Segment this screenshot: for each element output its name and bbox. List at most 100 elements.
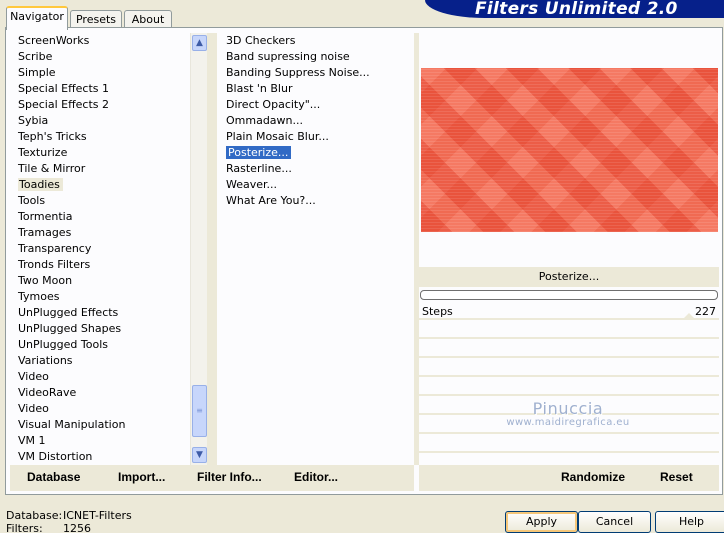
category-item[interactable]: Tile & Mirror (10, 161, 190, 177)
filter-item[interactable]: Rasterline... (218, 161, 414, 177)
apply-button[interactable]: Apply (505, 511, 578, 533)
category-item-label: Toadies (18, 178, 63, 191)
param-row-steps[interactable]: Steps 227 (419, 303, 719, 320)
category-item[interactable]: Toadies (10, 177, 190, 193)
parameter-area: Steps 227 Pinuccia www.maidiregrafica.eu (419, 303, 719, 465)
database-label: Database: (6, 509, 63, 522)
grip-icon: ≡ (196, 406, 203, 415)
category-item[interactable]: Scribe (10, 49, 190, 65)
category-item[interactable]: VM Distortion (10, 449, 190, 465)
param-row-empty (419, 398, 719, 415)
filter-item[interactable]: Ommadawn... (218, 113, 414, 129)
category-item-label: Simple (18, 66, 56, 79)
category-item-label: Tile & Mirror (18, 162, 86, 175)
filter-item-label: 3D Checkers (226, 34, 296, 47)
preview-panel: Posterize... Steps 227 Pinuccia www.maid… (419, 33, 719, 465)
category-item[interactable]: VideoRave (10, 385, 190, 401)
filter-item[interactable]: What Are You?... (218, 193, 414, 209)
filter-item-label: Rasterline... (226, 162, 292, 175)
param-label: Steps (422, 305, 453, 318)
preview-button-bar: Randomize Reset (419, 465, 719, 491)
filter-item-label: Plain Mosaic Blur... (226, 130, 329, 143)
filter-item[interactable]: Posterize... (218, 145, 414, 161)
filter-item-label: Blast 'n Blur (226, 82, 293, 95)
filter-info-button[interactable]: Filter Info... (197, 470, 262, 484)
filter-list[interactable]: 3D Checkers Band supressing noise Banding … (218, 33, 414, 465)
category-item[interactable]: Special Effects 1 (10, 81, 190, 97)
navigator-button-bar: Database Import... Filter Info... Editor… (10, 465, 414, 491)
category-item[interactable]: Teph's Tricks (10, 129, 190, 145)
filter-item[interactable]: Direct Opacity"... (218, 97, 414, 113)
category-item[interactable]: Video (10, 401, 190, 417)
filter-item[interactable]: Plain Mosaic Blur... (218, 129, 414, 145)
database-info: Database:ICNET-Filters Filters: 1256 (6, 509, 132, 533)
category-item[interactable]: Transparency (10, 241, 190, 257)
slider-marker[interactable] (683, 313, 695, 319)
editor-button[interactable]: Editor... (294, 470, 338, 484)
category-list[interactable]: ScreenWorks Scribe Simple Special Effects 1… (10, 33, 190, 465)
tab-navigator[interactable]: Navigator (6, 6, 68, 30)
randomize-button[interactable]: Randomize (561, 470, 625, 484)
help-button[interactable]: Help (655, 511, 724, 533)
category-item-label: Variations (18, 354, 73, 367)
category-item[interactable]: VM 1 (10, 433, 190, 449)
category-item-label: UnPlugged Shapes (18, 322, 122, 335)
reset-button[interactable]: Reset (660, 470, 693, 484)
filter-item[interactable]: Banding Suppress Noise... (218, 65, 414, 81)
filter-item-label: Direct Opacity"... (226, 98, 321, 111)
category-item[interactable]: Video (10, 369, 190, 385)
category-item-label: Tymoes (18, 290, 60, 303)
filter-item-label: Weaver... (226, 178, 278, 191)
filter-item-label: Band supressing noise (226, 50, 350, 63)
category-item[interactable]: UnPlugged Shapes (10, 321, 190, 337)
database-button[interactable]: Database (27, 470, 80, 484)
category-item[interactable]: Texturize (10, 145, 190, 161)
filter-item-label: Banding Suppress Noise... (226, 66, 370, 79)
category-item[interactable]: UnPlugged Effects (10, 305, 190, 321)
filter-item-label: What Are You?... (226, 194, 316, 207)
category-item-label: Special Effects 2 (18, 98, 110, 111)
scrollbar-thumb[interactable]: ≡ (192, 385, 207, 437)
category-item[interactable]: UnPlugged Tools (10, 337, 190, 353)
filter-item[interactable]: Band supressing noise (218, 49, 414, 65)
category-item[interactable]: Tymoes (10, 289, 190, 305)
filter-item[interactable]: 3D Checkers (218, 33, 414, 49)
chevron-down-icon[interactable]: ▼ (192, 447, 207, 463)
cancel-button[interactable]: Cancel (578, 511, 651, 533)
category-item-label: Video (18, 370, 49, 383)
category-item[interactable]: Special Effects 2 (10, 97, 190, 113)
category-item-label: VM 1 (18, 434, 46, 447)
import-button[interactable]: Import... (118, 470, 165, 484)
category-item-label: Tramages (18, 226, 72, 239)
category-item[interactable]: Tramages (10, 225, 190, 241)
filter-item-label: Posterize... (226, 146, 292, 159)
filter-item[interactable]: Blast 'n Blur (218, 81, 414, 97)
category-item[interactable]: Two Moon (10, 273, 190, 289)
list-divider (207, 33, 217, 465)
category-item[interactable]: Tronds Filters (10, 257, 190, 273)
category-item-label: Tronds Filters (18, 258, 91, 271)
category-scrollbar[interactable]: ▲ ≡ ▼ (190, 33, 207, 465)
category-item-label: ScreenWorks (18, 34, 90, 47)
category-item[interactable]: Visual Manipulation (10, 417, 190, 433)
category-item-label: Scribe (18, 50, 53, 63)
category-item-label: Tools (18, 194, 46, 207)
category-item-label: Two Moon (18, 274, 73, 287)
param-row-empty (419, 322, 719, 339)
app-banner: Filters Unlimited 2.0 (425, 0, 724, 18)
progress-bar (420, 290, 718, 300)
category-item[interactable]: ScreenWorks (10, 33, 190, 49)
category-item-label: Visual Manipulation (18, 418, 126, 431)
category-item-label: Teph's Tricks (18, 130, 87, 143)
category-item[interactable]: Simple (10, 65, 190, 81)
category-item[interactable]: Sybia (10, 113, 190, 129)
filters-count: 1256 (63, 522, 91, 533)
param-row-empty (419, 379, 719, 396)
chevron-up-icon[interactable]: ▲ (192, 35, 207, 51)
category-item[interactable]: Tools (10, 193, 190, 209)
category-item-label: Video (18, 402, 49, 415)
category-item[interactable]: Variations (10, 353, 190, 369)
param-value: 227 (695, 305, 716, 318)
category-item[interactable]: Tormentia (10, 209, 190, 225)
filter-item[interactable]: Weaver... (218, 177, 414, 193)
